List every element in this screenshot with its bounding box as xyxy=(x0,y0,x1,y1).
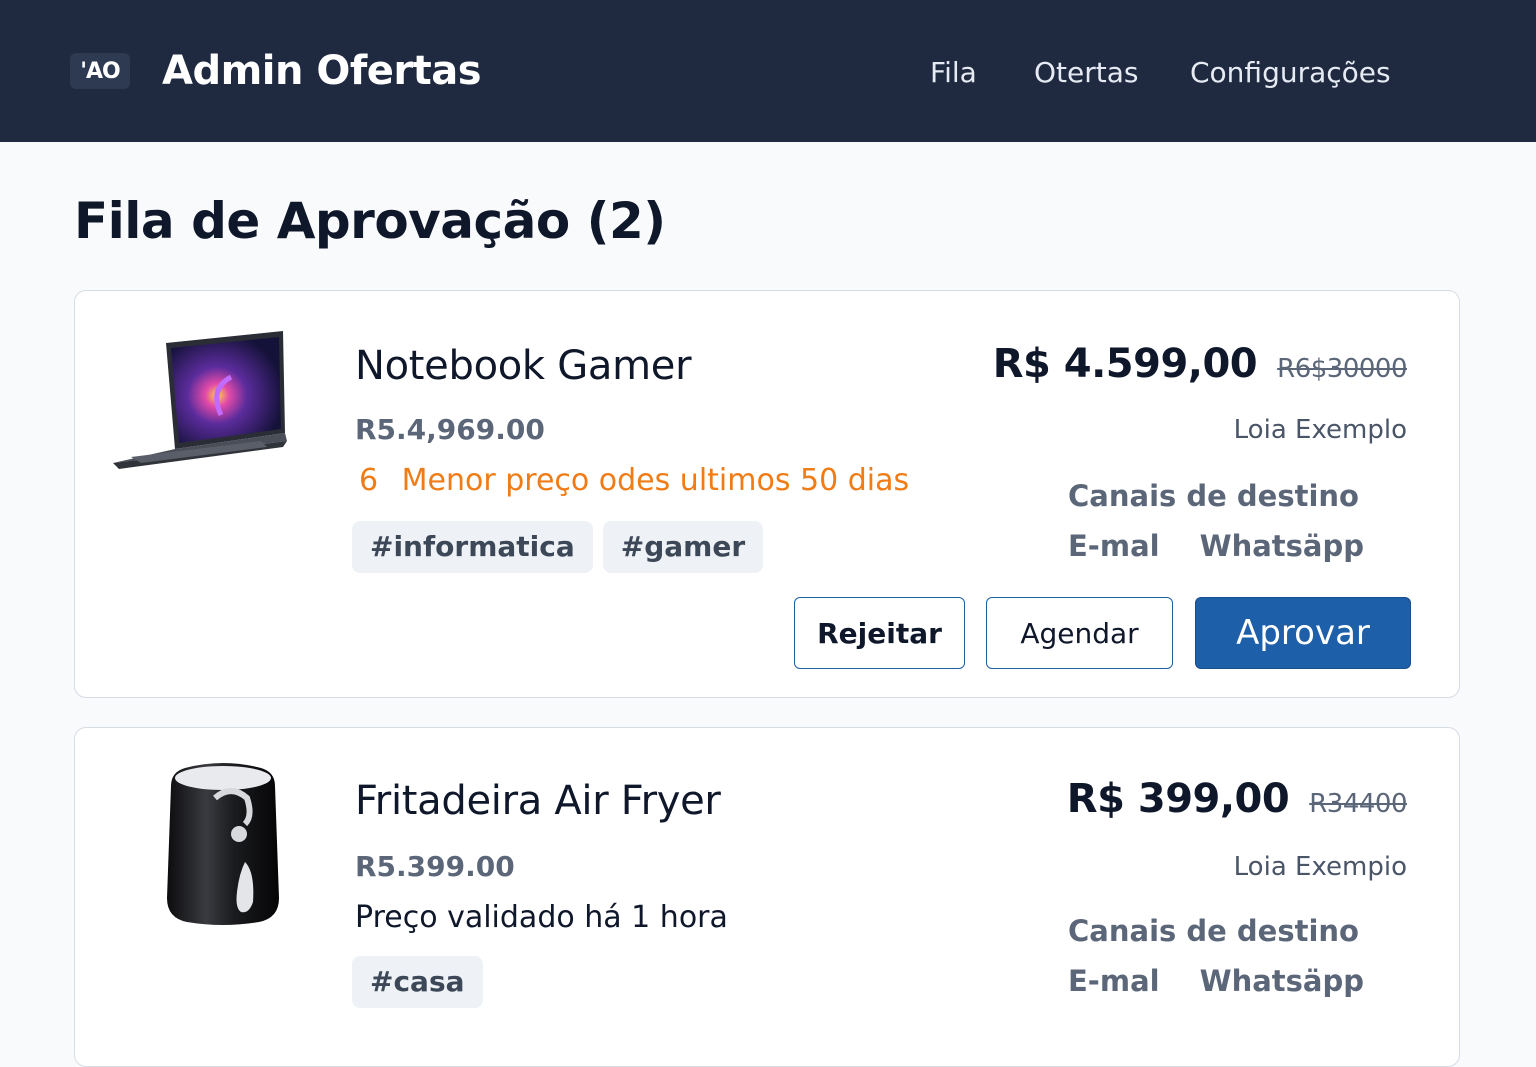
tag-list: #casa xyxy=(352,956,483,1008)
highlight-number: 6 xyxy=(359,463,379,498)
channels-label: Canais de destino xyxy=(1068,914,1359,948)
top-navbar: 'AO Admin Ofertas Fila Otertas Configura… xyxy=(0,0,1536,142)
product-sub-price: R5.399.00 xyxy=(355,850,515,883)
product-sub-price: R5.4,969.00 xyxy=(355,413,545,446)
tag-chip[interactable]: #informatica xyxy=(352,521,593,573)
current-price: R$ 4.599,00 xyxy=(992,341,1258,387)
nav-link-fila[interactable]: Fila xyxy=(930,56,977,89)
channels-label: Canais de destino xyxy=(1068,479,1359,513)
schedule-button[interactable]: Agendar xyxy=(986,597,1173,669)
tag-chip[interactable]: #casa xyxy=(352,956,483,1008)
price-highlight: 6 Menor preço odes ultimos 50 dias xyxy=(359,463,909,498)
store-name: Loia Exempio xyxy=(1233,852,1407,882)
store-name: Loia Exemplo xyxy=(1233,415,1407,445)
laptop-image xyxy=(113,331,287,469)
offer-card: Notebook Gamer R5.4,969.00 6 Menor preço… xyxy=(74,290,1460,698)
product-name: Fritadeira Air Fryer xyxy=(355,778,721,824)
reject-button[interactable]: Rejeitar xyxy=(794,597,965,669)
nav-link-ofertas[interactable]: Otertas xyxy=(1034,56,1138,89)
old-price: R6$30000 xyxy=(1277,354,1407,384)
nav-link-configuracoes[interactable]: Configurações xyxy=(1190,56,1391,89)
product-name: Notebook Gamer xyxy=(355,343,692,389)
old-price: R34400 xyxy=(1309,789,1407,819)
channel-list: E-mal Whatsäpp xyxy=(1068,964,1364,998)
channel-email[interactable]: E-mal xyxy=(1068,529,1160,563)
channel-list: E-mal Whatsäpp xyxy=(1068,529,1364,563)
tag-list: #informatica #gamer xyxy=(352,521,764,573)
channel-whatsapp[interactable]: Whatsäpp xyxy=(1200,964,1364,998)
page-title: Fila de Aprovação (2) xyxy=(74,192,666,250)
highlight-text: Menor preço odes ultimos 50 dias xyxy=(401,463,910,498)
app-logo[interactable]: 'AO xyxy=(70,53,130,89)
approve-button[interactable]: Aprovar xyxy=(1195,597,1411,669)
tag-chip[interactable]: #gamer xyxy=(602,521,764,573)
price-validated-status: Preço validado há 1 hora xyxy=(355,900,728,935)
app-title: Admin Ofertas xyxy=(162,48,482,94)
price-row: R$ 4.599,00 R6$30000 xyxy=(992,341,1408,387)
price-row: R$ 399,00 R34400 xyxy=(1066,776,1408,822)
channel-email[interactable]: E-mal xyxy=(1068,964,1160,998)
offer-card: Fritadeira Air Fryer R5.399.00 Preço val… xyxy=(74,727,1460,1067)
air-fryer-image xyxy=(167,763,279,925)
channel-whatsapp[interactable]: Whatsäpp xyxy=(1200,529,1364,563)
current-price: R$ 399,00 xyxy=(1066,776,1290,822)
